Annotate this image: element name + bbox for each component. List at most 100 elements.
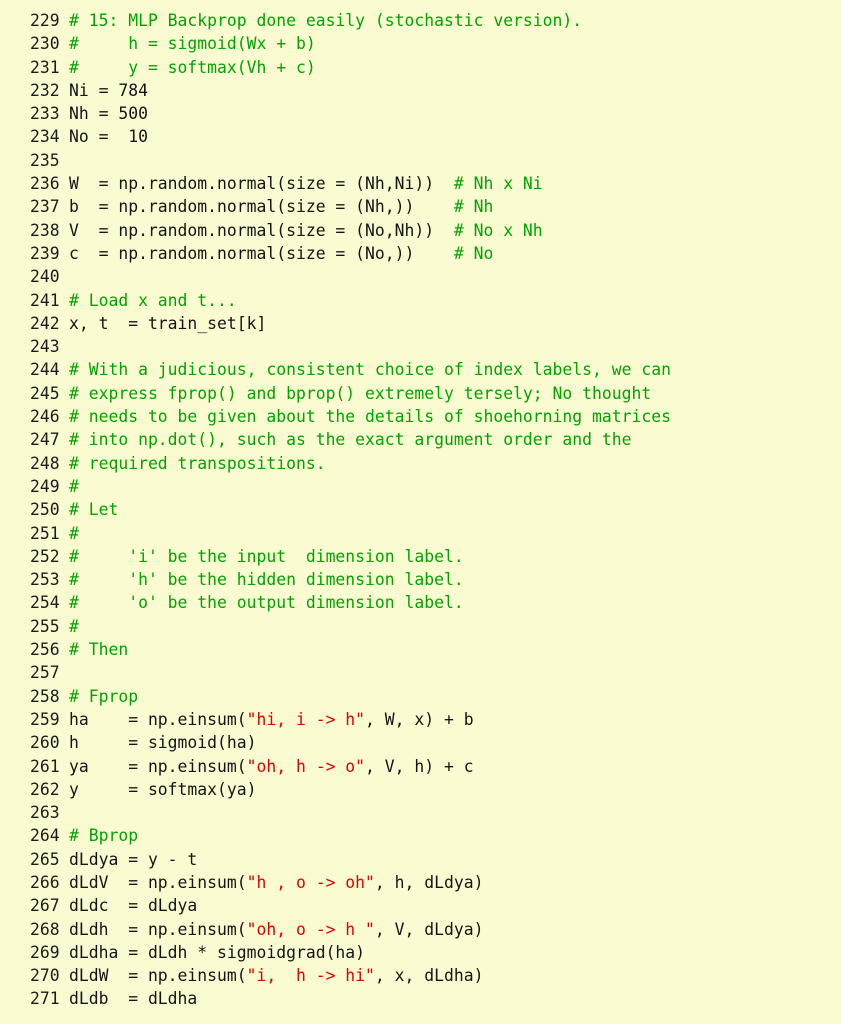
code-line: 232 Ni = 784	[0, 79, 841, 102]
code-line: 240	[0, 265, 841, 288]
token-string: "h , o -> oh"	[246, 872, 375, 892]
line-number: 257	[30, 663, 60, 683]
code-line: 249 #	[0, 475, 841, 498]
token-comment: # Let	[69, 500, 119, 520]
token-plain: V = np.random.normal(size = (No,Nh))	[69, 220, 454, 240]
line-number: 240	[30, 267, 60, 287]
token-comment: # Nh	[453, 197, 494, 217]
token-comment: # 'h' be the hidden dimension label.	[69, 570, 464, 590]
line-number: 245	[30, 383, 60, 403]
token-comment: # y = softmax(Vh + c)	[69, 57, 316, 77]
code-line: 258 # Fprop	[0, 685, 841, 708]
line-number: 255	[30, 616, 60, 636]
token-comment: # into np.dot(), such as the exact argum…	[69, 430, 632, 450]
token-plain: x, t = train_set[k]	[69, 313, 267, 333]
code-line-content: # 'i' be the input dimension label.	[50, 545, 464, 568]
line-number: 266	[30, 872, 60, 892]
token-plain: , x, dLdha)	[374, 966, 484, 986]
code-line-content: #	[50, 615, 79, 638]
token-comment: # 15: MLP Backprop done easily (stochast…	[69, 11, 583, 30]
code-line-content: Ni = 784	[50, 79, 148, 102]
token-comment: #	[69, 523, 79, 543]
code-line-content: dLdV = np.einsum("h , o -> oh", h, dLdya…	[50, 871, 483, 894]
code-line: 255 #	[0, 615, 841, 638]
code-line: 244 # With a judicious, consistent choice…	[0, 358, 841, 381]
line-number: 270	[30, 966, 60, 986]
token-plain: h = sigmoid(ha)	[69, 733, 257, 753]
line-number: 262	[30, 779, 60, 799]
token-plain: dLdc = dLdya	[69, 896, 198, 916]
code-line-content: dLdc = dLdya	[50, 894, 197, 917]
line-number: 264	[30, 826, 60, 846]
line-number: 269	[30, 942, 60, 962]
code-line-content: # h = sigmoid(Wx + b)	[50, 32, 316, 55]
code-line-content: dLdb = dLdha	[50, 987, 197, 1010]
line-number: 232	[30, 80, 60, 100]
code-line: 247 # into np.dot(), such as the exact ar…	[0, 428, 841, 451]
code-line: 235	[0, 149, 841, 172]
token-comment: # No x Nh	[453, 220, 543, 240]
code-line: 264 # Bprop	[0, 824, 841, 847]
code-line: 251 #	[0, 522, 841, 545]
code-line: 236 W = np.random.normal(size = (Nh,Ni)) …	[0, 172, 841, 195]
code-line: 241 # Load x and t...	[0, 289, 841, 312]
code-line-content: dLdha = dLdh * sigmoidgrad(ha)	[50, 941, 365, 964]
line-number: 239	[30, 243, 60, 263]
code-line: 263	[0, 801, 841, 824]
line-number: 249	[30, 476, 60, 496]
code-line-content: # y = softmax(Vh + c)	[50, 56, 316, 79]
code-line-content: # Let	[50, 498, 118, 521]
token-comment: # Bprop	[69, 826, 139, 846]
line-number: 231	[30, 57, 60, 77]
code-line-content: #	[50, 522, 79, 545]
token-plain: dLdha = dLdh * sigmoidgrad(ha)	[69, 942, 366, 962]
token-plain: Ni = 784	[69, 80, 148, 100]
code-line: 233 Nh = 500	[0, 102, 841, 125]
code-line-content: dLdW = np.einsum("i, h -> hi", x, dLdha)	[50, 964, 483, 987]
line-number: 244	[30, 360, 60, 380]
line-number: 261	[30, 756, 60, 776]
line-number: 253	[30, 570, 60, 590]
code-line: 253 # 'h' be the hidden dimension label.	[0, 568, 841, 591]
code-line-content: dLdh = np.einsum("oh, o -> h ", V, dLdya…	[50, 918, 483, 941]
line-number: 265	[30, 849, 60, 869]
code-line: 238 V = np.random.normal(size = (No,Nh)) …	[0, 219, 841, 242]
code-line-content: V = np.random.normal(size = (No,Nh)) # N…	[50, 219, 543, 242]
line-number: 268	[30, 919, 60, 939]
code-line: 265 dLdya = y - t	[0, 848, 841, 871]
line-number: 263	[30, 803, 60, 823]
line-number: 237	[30, 197, 60, 217]
code-line: 261 ya = np.einsum("oh, h -> o", V, h) + …	[0, 755, 841, 778]
code-line-content: # express fprop() and bprop() extremely …	[50, 382, 651, 405]
token-plain: dLdV = np.einsum(	[69, 872, 247, 892]
token-comment: # needs to be given about the details of…	[69, 407, 671, 427]
token-string: "hi, i -> h"	[246, 709, 366, 729]
code-line: 242 x, t = train_set[k]	[0, 312, 841, 335]
code-line-content: # needs to be given about the details of…	[50, 405, 671, 428]
token-comment: # Nh x Ni	[453, 174, 543, 194]
token-plain: ha = np.einsum(	[69, 709, 247, 729]
line-number: 254	[30, 593, 60, 613]
code-line: 262 y = softmax(ya)	[0, 778, 841, 801]
code-line-content: x, t = train_set[k]	[50, 312, 266, 335]
code-line-content: # With a judicious, consistent choice of…	[50, 358, 671, 381]
code-line: 243	[0, 335, 841, 358]
line-number: 260	[30, 733, 60, 753]
token-plain: b = np.random.normal(size = (Nh,))	[69, 197, 454, 217]
code-listing: 229 # 15: MLP Backprop done easily (stoch…	[0, 0, 841, 1024]
token-plain: , h, dLdya)	[374, 872, 484, 892]
code-line: 231 # y = softmax(Vh + c)	[0, 56, 841, 79]
line-number: 271	[30, 989, 60, 1009]
token-string: "i, h -> hi"	[246, 966, 375, 986]
code-line-content: ya = np.einsum("oh, h -> o", V, h) + c	[50, 755, 474, 778]
code-line: 266 dLdV = np.einsum("h , o -> oh", h, dL…	[0, 871, 841, 894]
token-plain: , V, dLdya)	[374, 919, 484, 939]
token-plain: , V, h) + c	[365, 756, 474, 776]
line-number: 234	[30, 127, 60, 147]
code-line-content: # into np.dot(), such as the exact argum…	[50, 428, 631, 451]
code-line-content: ha = np.einsum("hi, i -> h", W, x) + b	[50, 708, 474, 731]
token-plain: No = 10	[69, 127, 148, 147]
line-number: 247	[30, 430, 60, 450]
token-plain: y = softmax(ya)	[69, 779, 257, 799]
code-line-content: # Bprop	[50, 824, 138, 847]
